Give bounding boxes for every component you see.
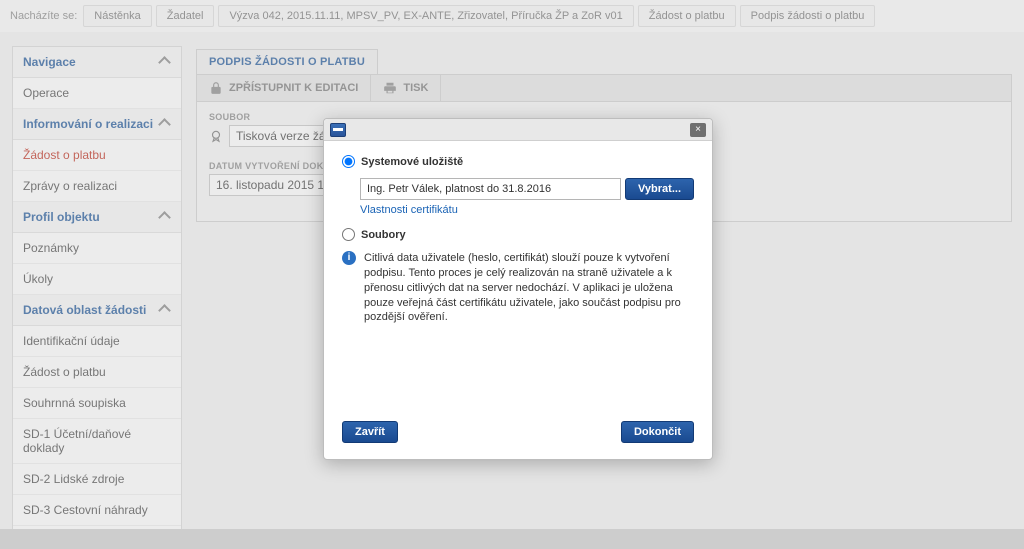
radio-files[interactable]: Soubory — [342, 228, 694, 241]
close-icon[interactable]: × — [690, 123, 706, 137]
info-icon: i — [342, 251, 356, 265]
close-button[interactable]: Zavřít — [342, 421, 398, 443]
radio-files-input[interactable] — [342, 228, 355, 241]
window-icon — [330, 123, 346, 137]
dialog-body: Systemové uložiště Ing. Petr Válek, plat… — [324, 141, 712, 421]
dialog-titlebar[interactable]: × — [324, 119, 712, 141]
dialog-footer: Zavřít Dokončit — [324, 421, 712, 459]
select-button[interactable]: Vybrat... — [625, 178, 694, 200]
radio-system-label: Systemové uložiště — [361, 156, 463, 168]
signing-dialog: × Systemové uložiště Ing. Petr Válek, pl… — [323, 118, 713, 460]
radio-system-store[interactable]: Systemové uložiště — [342, 155, 694, 168]
radio-system-input[interactable] — [342, 155, 355, 168]
finish-button[interactable]: Dokončit — [621, 421, 694, 443]
cert-properties-link[interactable]: Vlastnosti certifikátu — [360, 204, 694, 216]
certificate-field[interactable]: Ing. Petr Válek, platnost do 31.8.2016 — [360, 178, 621, 200]
radio-files-label: Soubory — [361, 229, 406, 241]
info-text: Citlivá data uživatele (heslo, certifiká… — [364, 251, 694, 325]
